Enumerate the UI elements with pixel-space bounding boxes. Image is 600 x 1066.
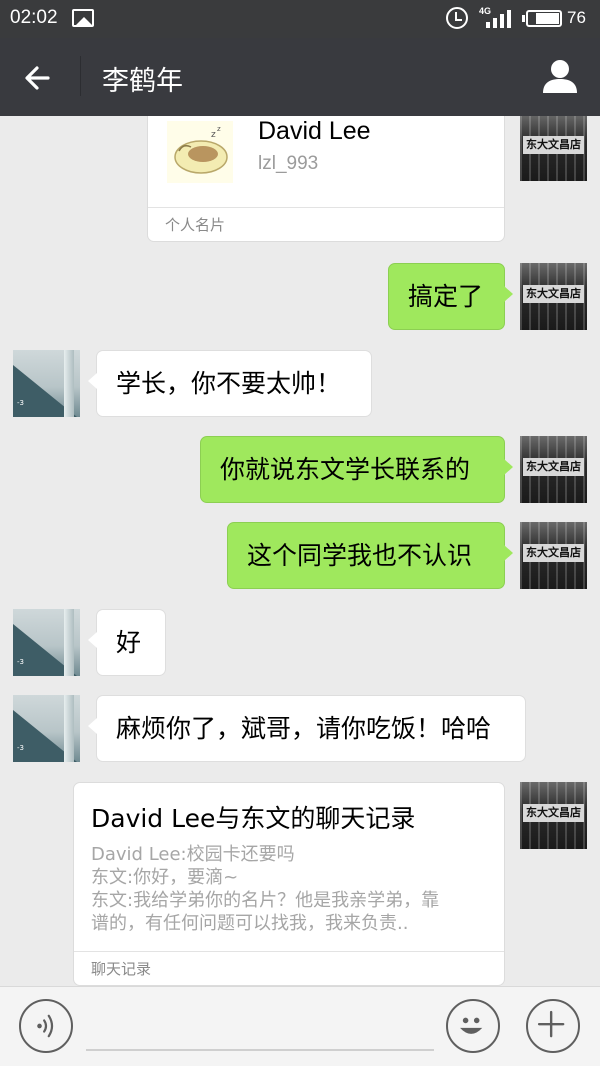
avatar-contact[interactable]: -3: [13, 609, 80, 676]
battery-percent: 76: [567, 8, 586, 27]
contact-card-message[interactable]: z z David Lee lzl_993 个人名片: [147, 116, 505, 242]
message-bubble-outgoing[interactable]: 这个同学我也不认识: [227, 522, 513, 589]
svg-text:z: z: [217, 125, 221, 133]
chat-record-label: 聊天记录: [74, 951, 504, 985]
message-bubble-incoming[interactable]: 学长，你不要太帅！: [88, 350, 372, 417]
signal-icon: [482, 10, 512, 28]
chat-title: 李鹤年: [102, 66, 183, 97]
header-divider: [80, 56, 81, 96]
message-bubble-outgoing[interactable]: 搞定了: [388, 263, 513, 330]
contact-card-avatar: z z: [167, 121, 233, 183]
status-bar: 02:02 4G 76: [0, 0, 600, 38]
battery-icon: [522, 10, 562, 27]
alarm-icon: [446, 7, 468, 29]
chat-record-title: David Lee与东文的聊天记录: [91, 804, 416, 833]
voice-icon: [37, 1014, 54, 1038]
contact-card-id: lzl_993: [258, 153, 319, 174]
message-text: 搞定了: [408, 281, 484, 311]
avatar-self[interactable]: 东大文昌店: [520, 782, 587, 849]
message-bubble-incoming[interactable]: 麻烦你了，斌哥，请你吃饭！哈哈: [88, 695, 526, 762]
input-bar: [0, 986, 600, 1066]
contact-card-label: 个人名片: [148, 207, 504, 241]
chat-header: 李鹤年: [0, 38, 600, 116]
emoji-icon: [460, 1017, 483, 1034]
more-button[interactable]: [526, 999, 580, 1053]
status-time: 02:02: [10, 7, 58, 28]
message-text: 你就说东文学长联系的: [220, 454, 471, 484]
back-arrow-icon: [25, 66, 50, 90]
avatar-contact[interactable]: -3: [13, 695, 80, 762]
voice-button[interactable]: [19, 999, 73, 1053]
message-text: 好: [116, 627, 142, 657]
person-icon: [543, 60, 577, 93]
avatar-self[interactable]: 东大文昌店: [520, 522, 587, 589]
battery-level: [536, 13, 559, 24]
message-list[interactable]: z z David Lee lzl_993 个人名片 东大文昌店 搞定了 东大文…: [0, 116, 600, 986]
chat-record-line: 谱的，有任何问题可以找我，我来负责..: [91, 913, 409, 934]
message-text: 这个同学我也不认识: [247, 540, 473, 570]
contact-card-name: David Lee: [258, 117, 371, 145]
message-text: 学长，你不要太帅！: [116, 368, 342, 398]
avatar-contact[interactable]: -3: [13, 350, 80, 417]
svg-text:z: z: [211, 130, 216, 140]
chat-info-button[interactable]: [538, 55, 582, 99]
message-input[interactable]: [86, 1005, 434, 1051]
image-notification-icon: [72, 9, 94, 27]
message-bubble-outgoing[interactable]: 你就说东文学长联系的: [200, 436, 513, 503]
message-text: 麻烦你了，斌哥，请你吃饭！哈哈: [116, 713, 492, 743]
avatar-self[interactable]: 东大文昌店: [520, 116, 587, 181]
back-button[interactable]: [18, 56, 62, 100]
avatar-self[interactable]: 东大文昌店: [520, 263, 587, 330]
chat-record-message[interactable]: David Lee与东文的聊天记录 David Lee:校园卡还要吗 东文:你好…: [73, 782, 505, 986]
plus-icon: [537, 1010, 565, 1038]
message-bubble-incoming[interactable]: 好: [88, 609, 166, 676]
emoji-button[interactable]: [446, 999, 500, 1053]
avatar-self[interactable]: 东大文昌店: [520, 436, 587, 503]
